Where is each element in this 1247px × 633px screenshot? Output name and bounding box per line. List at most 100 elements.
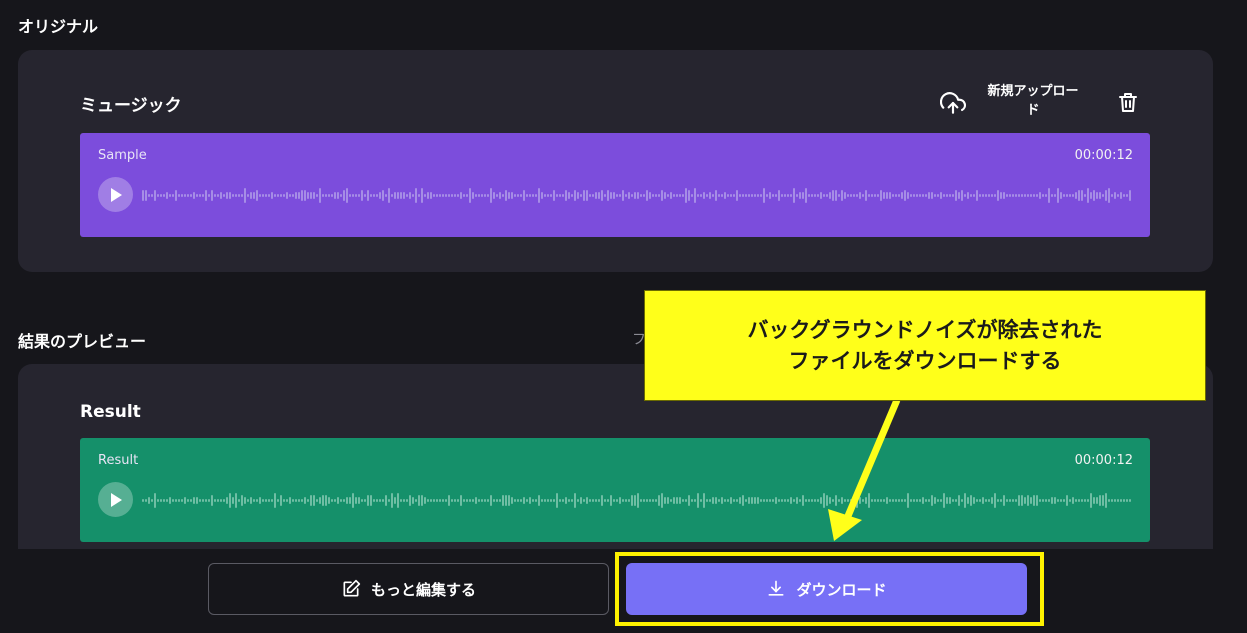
- waveform-bar: [583, 498, 585, 502]
- waveform-bar: [676, 496, 678, 504]
- waveform-bar: [475, 496, 477, 504]
- waveform-bar: [373, 193, 375, 197]
- waveform-bar: [1090, 191, 1092, 199]
- waveform-bar: [508, 191, 510, 199]
- waveform-bar: [556, 193, 558, 197]
- waveform-bar: [223, 498, 225, 502]
- waveform-bar: [253, 498, 255, 502]
- waveform-bar: [1075, 498, 1077, 502]
- waveform-bar: [457, 498, 459, 502]
- waveform-bar: [667, 193, 669, 197]
- waveform-bar: [304, 496, 306, 504]
- action-bar: [0, 549, 1247, 633]
- waveform-bar: [301, 498, 303, 502]
- waveform-bar: [739, 496, 741, 504]
- waveform-bar: [1015, 498, 1017, 502]
- waveform-bar: [715, 496, 717, 504]
- waveform-bar: [217, 498, 219, 502]
- download-button[interactable]: ダウンロード: [626, 563, 1027, 615]
- waveform-bar: [1006, 193, 1008, 197]
- waveform-bar: [685, 187, 687, 203]
- result-card-title: Result: [80, 402, 141, 422]
- waveform-bar: [952, 193, 954, 197]
- waveform-bar: [526, 498, 528, 502]
- waveform-bar: [805, 187, 807, 203]
- waveform-bar: [895, 193, 897, 197]
- waveform-bar: [778, 189, 780, 201]
- waveform-bar: [565, 496, 567, 504]
- waveform-bar: [781, 193, 783, 197]
- waveform-bar: [220, 191, 222, 199]
- waveform-bar: [196, 193, 198, 197]
- edit-more-button[interactable]: もっと編集する: [208, 563, 609, 615]
- waveform-bar: [553, 189, 555, 201]
- waveform[interactable]: [142, 487, 1132, 513]
- waveform-bar: [379, 191, 381, 199]
- waveform-bar: [1000, 191, 1002, 199]
- waveform-bar: [445, 193, 447, 197]
- upload-label-line2: ド: [1026, 103, 1040, 118]
- waveform-bar: [526, 193, 528, 197]
- waveform-bar: [1009, 193, 1011, 197]
- waveform-bar: [688, 494, 690, 506]
- upload-new-label[interactable]: 新規アップロー ド: [976, 82, 1090, 120]
- waveform-bar: [988, 193, 990, 197]
- play-button[interactable]: [98, 177, 133, 212]
- waveform-bar: [1096, 496, 1098, 504]
- waveform-bar: [715, 189, 717, 201]
- waveform-bar: [370, 193, 372, 197]
- waveform-bar: [943, 492, 945, 508]
- waveform-bar: [724, 191, 726, 199]
- waveform-bar: [442, 193, 444, 197]
- waveform-bar: [271, 191, 273, 199]
- waveform-bar: [253, 191, 255, 199]
- waveform-bar: [448, 494, 450, 506]
- waveform-bar: [823, 193, 825, 197]
- waveform-bar: [955, 498, 957, 502]
- waveform-bar: [394, 496, 396, 504]
- waveform-bar: [157, 498, 159, 502]
- play-button[interactable]: [98, 482, 133, 517]
- waveform-bar: [247, 193, 249, 197]
- waveform-bar: [193, 191, 195, 199]
- download-icon: [768, 580, 784, 596]
- waveform-bar: [1099, 494, 1101, 506]
- waveform-bar: [808, 193, 810, 197]
- waveform-bar: [940, 191, 942, 199]
- waveform-bar: [820, 496, 822, 504]
- waveform-bar: [1057, 498, 1059, 502]
- waveform-bar: [1087, 498, 1089, 502]
- waveform-bar: [721, 496, 723, 504]
- waveform-bar: [574, 492, 576, 508]
- waveform-bar: [880, 498, 882, 502]
- waveform-bar: [346, 496, 348, 504]
- waveform-bar: [673, 193, 675, 197]
- waveform-bar: [457, 193, 459, 197]
- waveform-bar: [817, 193, 819, 197]
- waveform-bar: [664, 496, 666, 504]
- waveform-bar: [343, 189, 345, 201]
- waveform-bar: [550, 498, 552, 502]
- waveform-bar: [916, 193, 918, 197]
- waveform-bar: [202, 498, 204, 502]
- waveform-bar: [865, 496, 867, 504]
- waveform[interactable]: [142, 182, 1132, 208]
- waveform-bar: [847, 193, 849, 197]
- waveform-bar: [547, 498, 549, 502]
- waveform-bar: [286, 191, 288, 199]
- waveform-bar: [979, 193, 981, 197]
- waveform-bar: [910, 498, 912, 502]
- waveform-bar: [193, 496, 195, 504]
- waveform-bar: [1096, 191, 1098, 199]
- waveform-bar: [496, 193, 498, 197]
- waveform-bar: [385, 494, 387, 506]
- upload-button[interactable]: [939, 89, 967, 117]
- original-track: Sample 00:00:12: [80, 133, 1150, 237]
- waveform-bar: [298, 191, 300, 199]
- waveform-bar: [298, 498, 300, 502]
- waveform-bar: [1012, 193, 1014, 197]
- waveform-bar: [598, 191, 600, 199]
- waveform-bar: [991, 496, 993, 504]
- delete-button[interactable]: [1114, 89, 1142, 117]
- waveform-bar: [889, 498, 891, 502]
